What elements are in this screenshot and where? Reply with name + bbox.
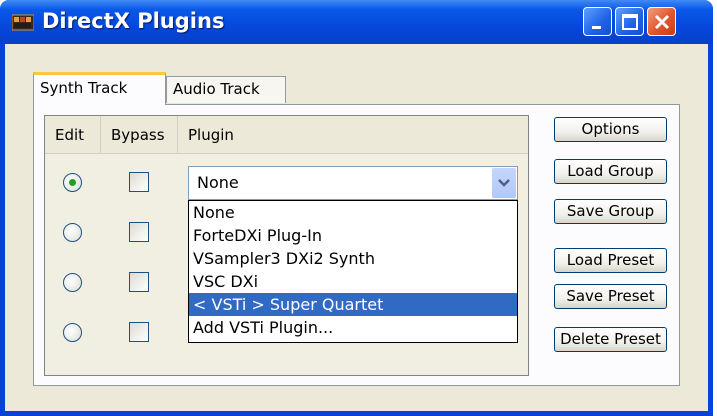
chevron-down-icon [498, 179, 510, 187]
directx-plugins-window: DirectX Plugins Synth Track Audio Track … [0, 0, 713, 416]
app-icon [12, 14, 34, 31]
dropdown-option[interactable]: ForteDXi Plug-In [189, 224, 517, 247]
bypass-checkbox-row-4[interactable] [129, 322, 149, 342]
plugin-dropdown-list: None ForteDXi Plug-In VSampler3 DXi2 Syn… [188, 200, 518, 343]
plugin-select-value: None [197, 173, 239, 192]
save-preset-button[interactable]: Save Preset [554, 284, 667, 309]
dropdown-option[interactable]: VSC DXi [189, 270, 517, 293]
plugin-select-row-1[interactable]: None [188, 166, 518, 200]
column-header-bypass: Bypass [101, 116, 178, 154]
edit-radio-row-1[interactable] [63, 173, 82, 192]
edit-radio-row-2[interactable] [63, 223, 82, 242]
options-button[interactable]: Options [554, 117, 667, 142]
column-header-edit: Edit [45, 116, 101, 154]
dropdown-option[interactable]: None [189, 201, 517, 224]
dropdown-option-highlighted[interactable]: < VSTi > Super Quartet [189, 293, 517, 316]
column-header-plugin: Plugin [178, 116, 528, 154]
maximize-button[interactable] [615, 7, 644, 36]
title-bar[interactable]: DirectX Plugins [0, 0, 713, 44]
edit-radio-row-4[interactable] [63, 323, 82, 342]
bypass-checkbox-row-1[interactable] [129, 172, 149, 192]
maximize-icon [622, 14, 638, 30]
client-area: Synth Track Audio Track Edit Bypass Plug… [5, 44, 708, 411]
dropdown-option[interactable]: Add VSTi Plugin... [189, 316, 517, 339]
dropdown-option[interactable]: VSampler3 DXi2 Synth [189, 247, 517, 270]
close-button[interactable] [647, 7, 676, 36]
tab-audio-track[interactable]: Audio Track [166, 76, 286, 103]
load-group-button[interactable]: Load Group [554, 159, 667, 184]
minimize-button[interactable] [583, 7, 612, 36]
load-preset-button[interactable]: Load Preset [554, 248, 667, 273]
bypass-checkbox-row-2[interactable] [129, 222, 149, 242]
tab-panel: Edit Bypass Plugin None None ForteDXi Pl… [33, 104, 680, 386]
window-title: DirectX Plugins [42, 9, 225, 33]
bypass-checkbox-row-3[interactable] [129, 272, 149, 292]
edit-radio-row-3[interactable] [63, 273, 82, 292]
close-icon [654, 14, 670, 30]
plugin-grid: Edit Bypass Plugin None None ForteDXi Pl… [44, 115, 529, 376]
save-group-button[interactable]: Save Group [554, 199, 667, 224]
dropdown-button[interactable] [492, 168, 516, 198]
delete-preset-button[interactable]: Delete Preset [554, 327, 667, 352]
tab-synth-track[interactable]: Synth Track [33, 72, 166, 105]
minimize-icon [592, 26, 601, 29]
